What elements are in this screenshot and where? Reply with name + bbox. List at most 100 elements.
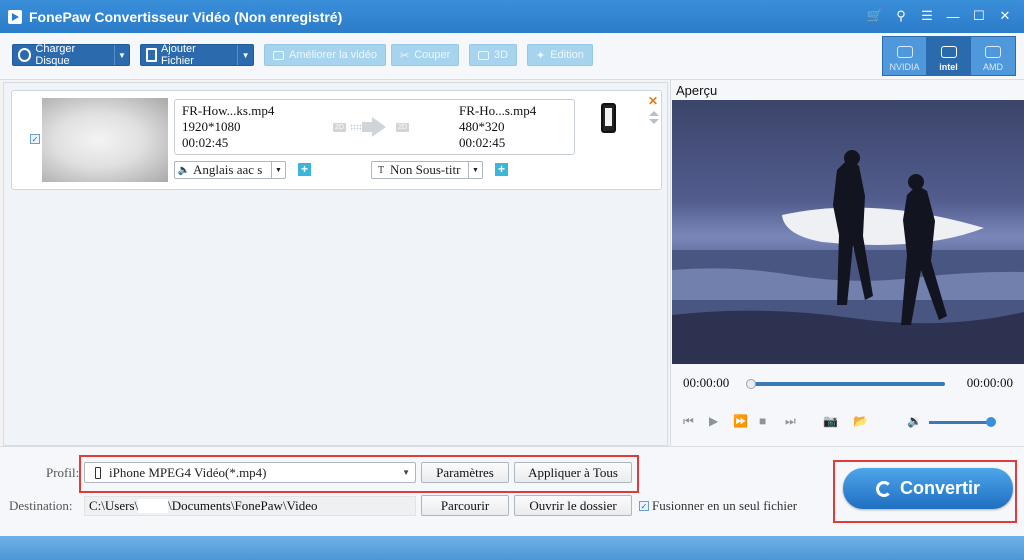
load-disc-button[interactable]: Charger Disque ▼ bbox=[12, 43, 130, 67]
file-list-panel: ✓ FR-How...ks.mp4 1920*1080 00:02:45 2D … bbox=[3, 82, 668, 446]
move-up-icon[interactable] bbox=[649, 111, 659, 116]
folder-icon[interactable]: 📂 bbox=[853, 414, 868, 428]
iphone-device-icon[interactable] bbox=[601, 103, 616, 133]
intel-logo-icon bbox=[940, 46, 957, 58]
profile-highlight-box bbox=[79, 455, 639, 493]
source-duration: 00:02:45 bbox=[182, 135, 229, 150]
total-time: 00:00:00 bbox=[966, 375, 1013, 390]
cut-label: Couper bbox=[414, 49, 451, 61]
add-file-icon bbox=[146, 48, 157, 62]
subtitle-select[interactable]: T Non Sous-titr ▼ bbox=[371, 161, 483, 179]
file-item-checkbox[interactable]: ✓ bbox=[30, 134, 40, 144]
subtitle-value: Non Sous-titr bbox=[390, 162, 461, 177]
nvidia-logo-icon bbox=[896, 46, 913, 58]
hw-intel-label: intel bbox=[939, 62, 958, 72]
text-icon: T bbox=[377, 164, 385, 176]
cut-button[interactable]: ✂ Couper bbox=[391, 44, 460, 66]
hw-nvidia-button[interactable]: NVIDIA bbox=[883, 37, 927, 75]
merge-checkbox[interactable]: ✓ bbox=[639, 501, 649, 511]
source-filename[interactable]: FR-How...ks.mp4 bbox=[182, 103, 274, 119]
title-bar: FonePaw Convertisseur Vidéo (Non enregis… bbox=[0, 0, 1024, 33]
file-info-box: FR-How...ks.mp4 1920*1080 00:02:45 2D 2D… bbox=[174, 99, 575, 155]
edition-label: Edition bbox=[550, 49, 584, 61]
skip-back-icon[interactable]: ⏮ bbox=[683, 414, 694, 429]
hw-intel-button[interactable]: intel bbox=[927, 37, 971, 75]
fast-forward-icon[interactable]: ⏩ bbox=[733, 414, 748, 428]
scissors-icon: ✂ bbox=[400, 49, 410, 62]
volume-knob[interactable] bbox=[986, 417, 996, 427]
output-resolution: 480*320 bbox=[459, 119, 505, 134]
speaker-icon: 🔈 bbox=[177, 164, 191, 176]
volume-slider[interactable] bbox=[929, 417, 996, 427]
time-row: 00:00:00 00:00:00 bbox=[671, 374, 1024, 392]
output-duration: 00:02:45 bbox=[459, 135, 506, 150]
merge-option[interactable]: ✓ Fusionner en un seul fichier bbox=[639, 498, 797, 514]
output-filename[interactable]: FR-Ho...s.mp4 bbox=[459, 103, 536, 119]
enhance-video-button[interactable]: Améliorer la vidéo bbox=[264, 44, 387, 66]
enhance-icon bbox=[273, 50, 284, 60]
destination-label: Destination: bbox=[9, 498, 73, 513]
playback-controls: ⏮ ▶ ⏩ ■ ⏭ 📷 📂 🔉 bbox=[671, 410, 1024, 434]
close-icon[interactable]: ✕ bbox=[994, 6, 1016, 26]
feedback-icon[interactable]: ☰ bbox=[916, 6, 938, 26]
3d-icon bbox=[478, 50, 489, 60]
preview-title: Aperçu bbox=[676, 83, 718, 98]
add-file-button[interactable]: Ajouter Fichier ▼ bbox=[140, 43, 254, 67]
arrow-right-icon bbox=[361, 117, 386, 137]
video-preview[interactable] bbox=[672, 100, 1024, 364]
amd-logo-icon bbox=[985, 46, 1001, 58]
output-2d-tag: 2D bbox=[395, 122, 409, 132]
destination-suffix: \Documents\FonePaw\Video bbox=[168, 498, 318, 513]
video-thumbnail bbox=[42, 98, 168, 182]
source-2d-tag: 2D bbox=[333, 122, 346, 132]
key-icon[interactable]: ⚲ bbox=[890, 6, 912, 26]
destination-prefix: C:\Users\ bbox=[89, 498, 139, 513]
minimize-icon[interactable]: — bbox=[942, 6, 964, 26]
source-info: FR-How...ks.mp4 1920*1080 00:02:45 bbox=[182, 103, 274, 151]
camera-icon[interactable]: 📷 bbox=[823, 414, 838, 428]
volume-icon[interactable]: 🔉 bbox=[907, 414, 922, 428]
current-time: 00:00:00 bbox=[683, 375, 730, 390]
preview-panel: Aperçu 00:00:00 00:00:00 ⏮ ▶ ⏩ ■ ⏭ 📷 📂 🔉 bbox=[670, 80, 1024, 446]
conversion-arrow: 2D 2D bbox=[333, 117, 409, 137]
chevron-down-icon[interactable]: ▼ bbox=[271, 162, 285, 178]
move-down-icon[interactable] bbox=[649, 119, 659, 124]
skip-forward-icon[interactable]: ⏭ bbox=[785, 414, 796, 429]
cart-icon[interactable]: 🛒 bbox=[864, 6, 886, 26]
hw-amd-label: AMD bbox=[983, 62, 1003, 72]
add-audio-button[interactable]: + bbox=[298, 163, 311, 176]
convert-button[interactable]: Convertir bbox=[843, 468, 1013, 509]
maximize-icon[interactable]: ☐ bbox=[968, 6, 990, 26]
stop-icon[interactable]: ■ bbox=[759, 414, 766, 428]
toolbar: Charger Disque ▼ Ajouter Fichier ▼ Améli… bbox=[0, 33, 1024, 80]
file-item[interactable]: ✓ FR-How...ks.mp4 1920*1080 00:02:45 2D … bbox=[11, 90, 662, 190]
output-info: FR-Ho...s.mp4 480*320 00:02:45 bbox=[459, 103, 536, 151]
disc-icon bbox=[18, 48, 32, 62]
three-d-button[interactable]: 3D bbox=[469, 44, 518, 66]
edition-button[interactable]: ✦ Edition bbox=[527, 44, 593, 66]
hw-amd-button[interactable]: AMD bbox=[971, 37, 1015, 75]
dots-decoration bbox=[349, 123, 362, 131]
add-file-dropdown-icon[interactable]: ▼ bbox=[237, 45, 253, 65]
open-folder-button[interactable]: Ouvrir le dossier bbox=[514, 495, 632, 516]
edit-icon: ✦ bbox=[536, 49, 546, 62]
surfers-illustration bbox=[672, 150, 1024, 364]
window-title: FonePaw Convertisseur Vidéo (Non enregis… bbox=[29, 8, 343, 25]
chevron-down-icon[interactable]: ▼ bbox=[468, 162, 482, 178]
window-controls: 🛒 ⚲ ☰ — ☐ ✕ bbox=[864, 6, 1016, 26]
audio-track-select[interactable]: 🔈 Anglais aac s ▼ bbox=[174, 161, 286, 179]
audio-track-value: Anglais aac s bbox=[193, 162, 263, 177]
browse-button[interactable]: Parcourir bbox=[421, 495, 509, 516]
app-logo-icon bbox=[8, 9, 22, 24]
destination-field[interactable]: C:\Users\ \Documents\FonePaw\Video bbox=[84, 496, 416, 516]
load-disc-dropdown-icon[interactable]: ▼ bbox=[113, 45, 129, 65]
hw-nvidia-label: NVIDIA bbox=[889, 62, 920, 72]
add-subtitle-button[interactable]: + bbox=[495, 163, 508, 176]
enhance-label: Améliorer la vidéo bbox=[289, 49, 378, 61]
progress-knob[interactable] bbox=[746, 379, 756, 389]
profile-label: Profil: bbox=[46, 465, 80, 480]
hardware-acceleration-group: NVIDIA intel AMD bbox=[882, 36, 1016, 76]
progress-slider[interactable] bbox=[746, 379, 945, 389]
play-icon[interactable]: ▶ bbox=[709, 414, 718, 428]
remove-item-icon[interactable]: ✕ bbox=[648, 94, 658, 108]
